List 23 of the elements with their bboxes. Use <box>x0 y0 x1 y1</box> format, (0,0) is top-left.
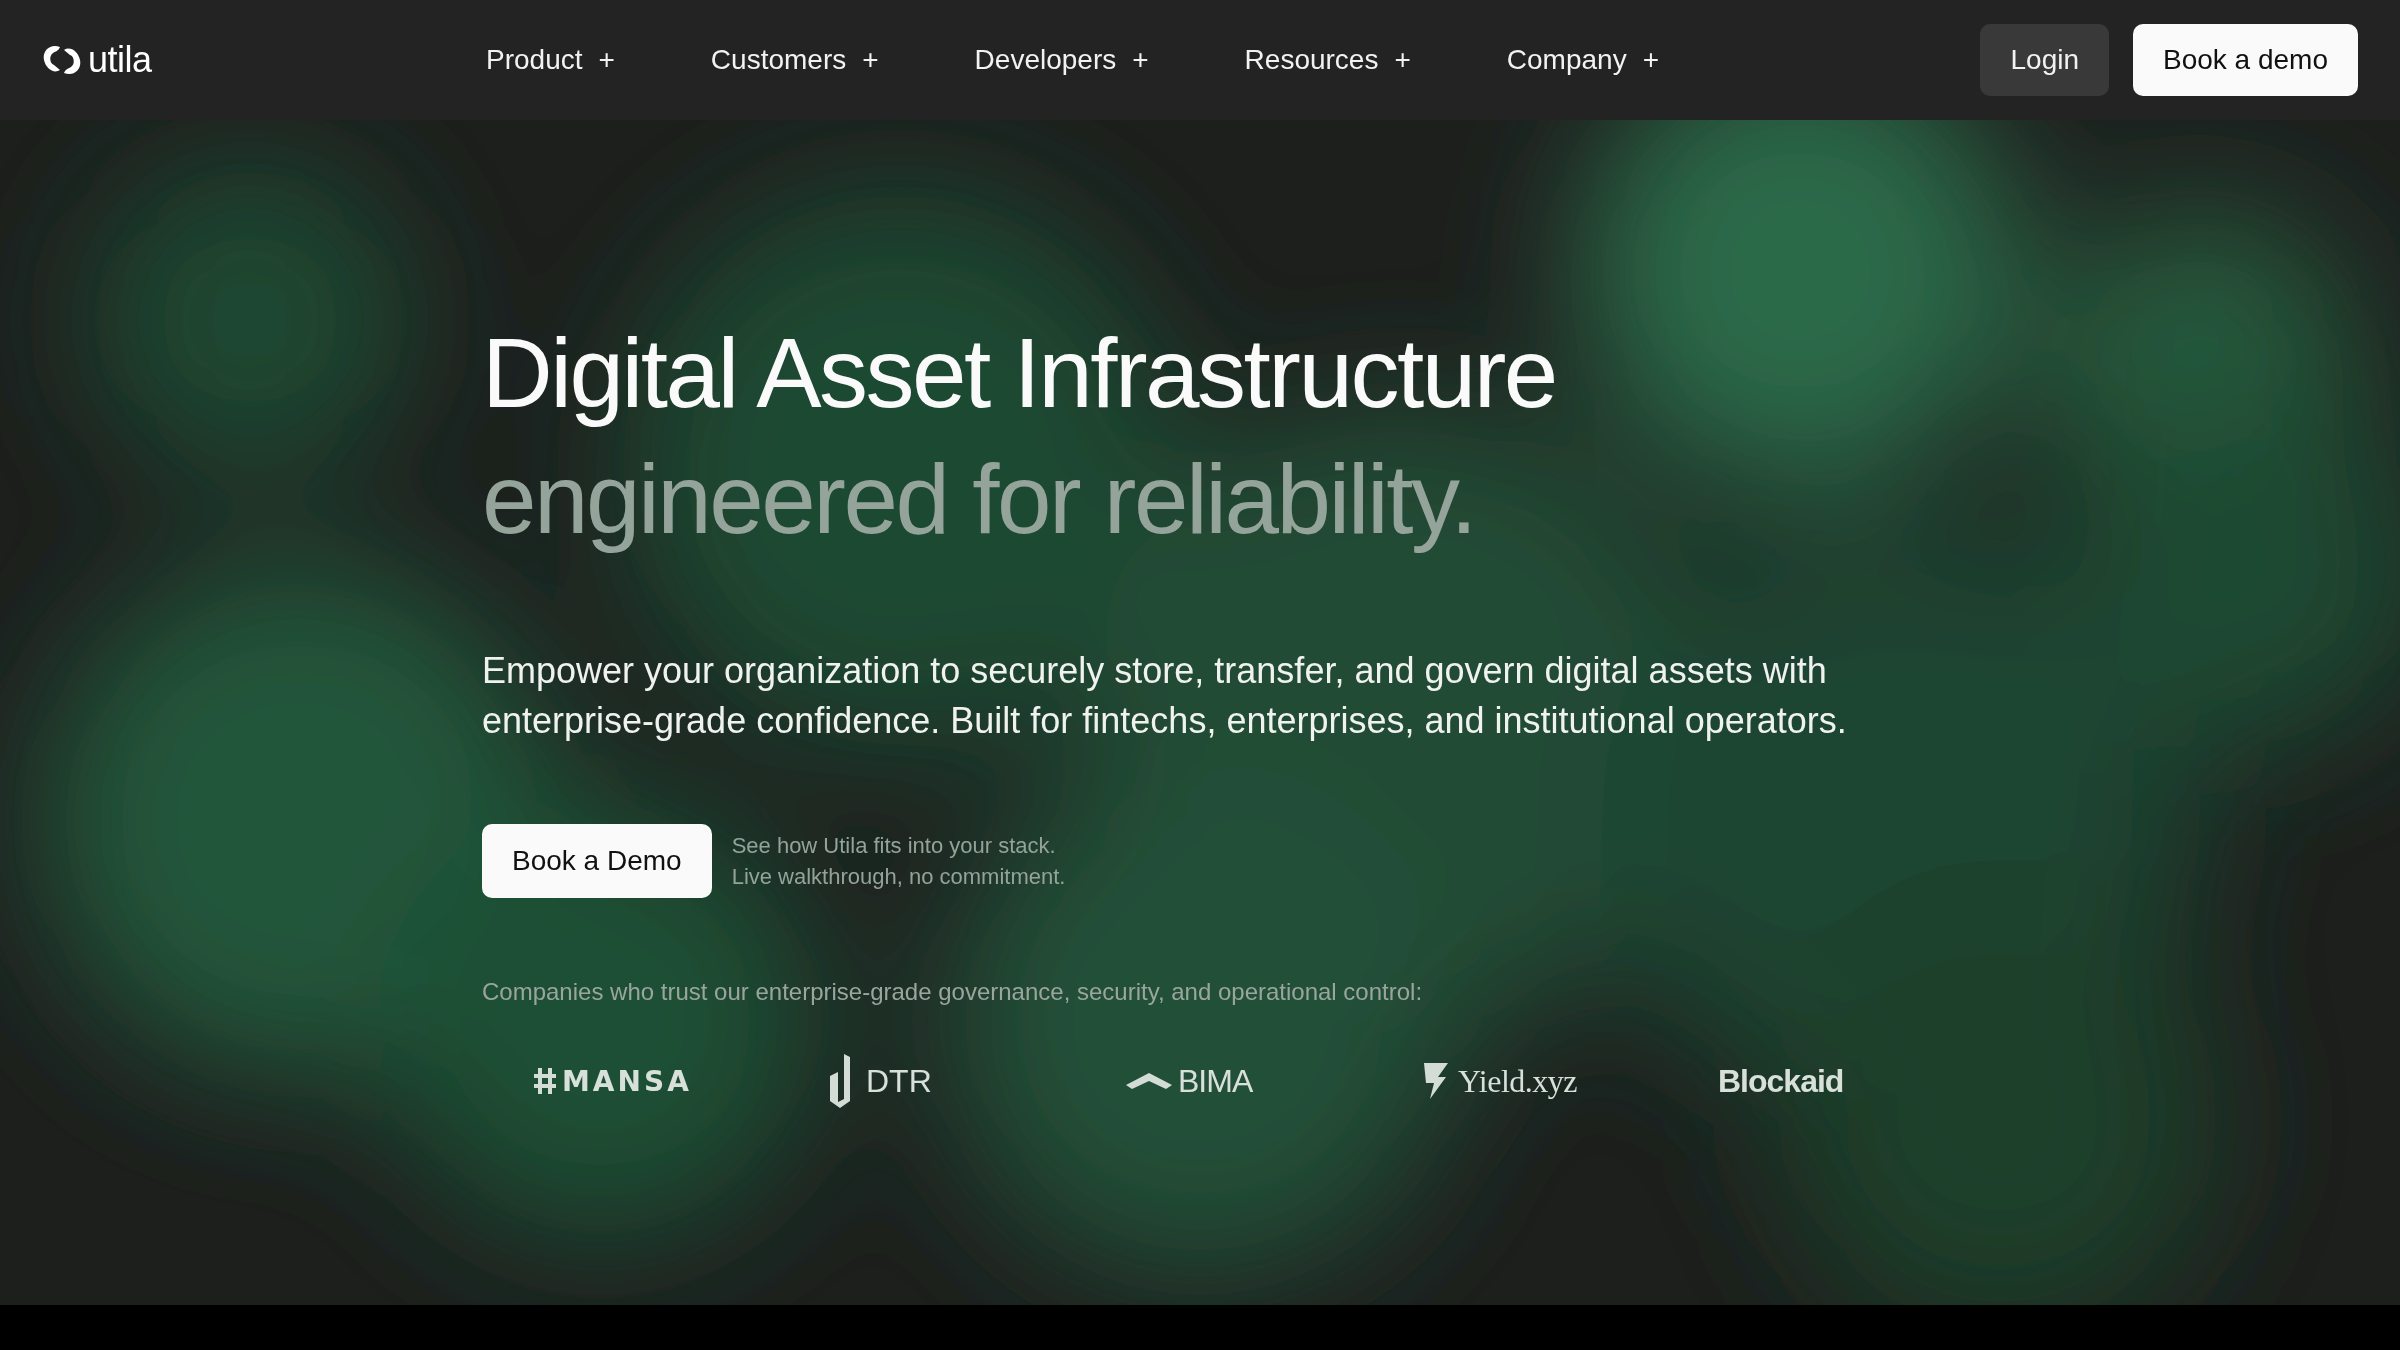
login-button[interactable]: Login <box>1980 24 2109 96</box>
roof-mark-icon <box>1126 1073 1172 1089</box>
company-logo: BIMA <box>1178 1062 1253 1100</box>
company-logo: Yield.xyz <box>1458 1062 1578 1100</box>
company-logo: MANSA <box>562 1064 692 1098</box>
hero-title: Digital Asset Infrastructure <box>482 317 1557 430</box>
hash-mark-icon <box>534 1068 556 1094</box>
hero-description: Empower your organization to securely store, transfer, and govern digital assets with enterprise-grade confidence. Built for fintechs, enterprises, and institutional operators. <box>482 649 1848 743</box>
book-demo-button[interactable]: Book a demo <box>2133 24 2358 96</box>
cta-note: See how Utila fits into your stack. <box>731 832 1057 860</box>
cta-note: Live walkthrough, no commitment. <box>731 863 1066 891</box>
nav-menu-item[interactable]: Resources + <box>1244 44 1411 76</box>
nav-menu-item[interactable]: Company + <box>1506 44 1659 76</box>
company-logo: DTR <box>866 1062 932 1100</box>
book-demo-button[interactable]: Book a Demo <box>482 824 712 898</box>
trust-caption: Companies who trust our enterprise-grade governance, security, and operational control: <box>482 978 1424 1006</box>
logo-icon <box>42 45 82 75</box>
company-logo: Blockaid <box>1718 1062 1844 1100</box>
hero-subtitle: engineered for reliability. <box>482 443 1476 556</box>
nav-menu-item[interactable]: Customers + <box>710 44 879 76</box>
nav-menu-item[interactable]: Developers + <box>974 44 1149 76</box>
nav-menu-item[interactable]: Product + <box>486 44 615 76</box>
brand-name: utila <box>88 39 152 81</box>
